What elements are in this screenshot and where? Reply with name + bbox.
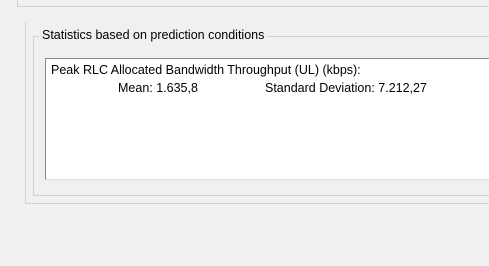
metric-label: Peak RLC Allocated Bandwidth Throughput … xyxy=(51,63,361,77)
groupbox-title: Statistics based on prediction condition… xyxy=(39,27,268,44)
mean-value: Mean: 1.635,8 xyxy=(118,81,198,95)
upper-panel-border xyxy=(17,0,489,7)
statistics-text-box[interactable]: Peak RLC Allocated Bandwidth Throughput … xyxy=(45,58,489,180)
standard-deviation-value: Standard Deviation: 7.212,27 xyxy=(265,81,427,95)
